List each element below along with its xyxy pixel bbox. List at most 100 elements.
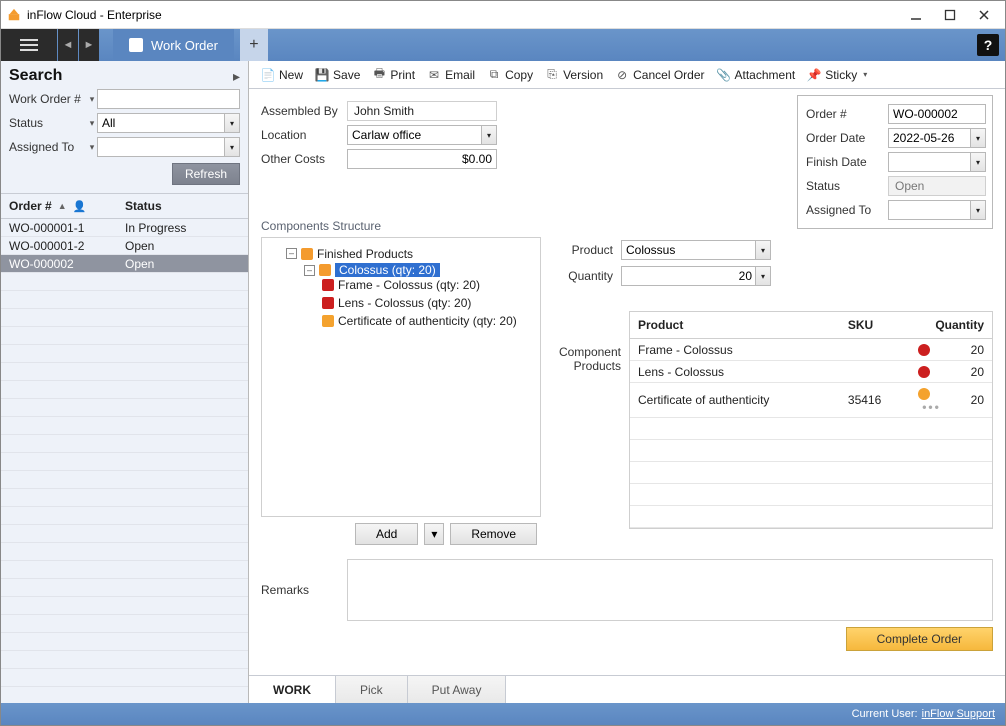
- components-title: Components Structure: [261, 219, 993, 233]
- window-title: inFlow Cloud - Enterprise: [27, 8, 162, 22]
- results-row[interactable]: WO-000001-1In Progress: [1, 219, 248, 237]
- other-costs-label: Other Costs: [261, 152, 347, 166]
- status-bar: Current User: inFlow Support: [1, 703, 1005, 725]
- col-qty[interactable]: Quantity: [910, 312, 992, 339]
- combo-button[interactable]: ▾: [970, 152, 986, 172]
- tree-item-label[interactable]: Frame - Colossus (qty: 20): [338, 278, 480, 292]
- print-button[interactable]: 🖶Print: [368, 66, 419, 84]
- more-icon[interactable]: •••: [922, 400, 941, 414]
- email-button[interactable]: ✉Email: [423, 66, 479, 84]
- hamburger-icon: [20, 36, 38, 54]
- save-icon: 💾: [315, 68, 329, 82]
- version-icon: ⎘: [545, 68, 559, 82]
- results-grid[interactable]: WO-000001-1In ProgressWO-000001-2OpenWO-…: [1, 219, 248, 703]
- person-icon[interactable]: 👤: [73, 200, 87, 213]
- help-button[interactable]: ?: [977, 34, 999, 56]
- status-label: Status: [806, 179, 888, 193]
- other-costs-input[interactable]: [347, 149, 497, 169]
- combo-button[interactable]: ▾: [755, 266, 771, 286]
- tab-work-order[interactable]: Work Order: [113, 29, 234, 61]
- col-order-label[interactable]: Order #: [9, 199, 52, 213]
- filter-assigned-label: Assigned To: [9, 140, 87, 154]
- quantity-label: Quantity: [551, 269, 621, 283]
- minimize-button[interactable]: [899, 3, 933, 27]
- table-row[interactable]: Frame - Colossus20: [630, 339, 992, 361]
- tree-selected-label[interactable]: Colossus (qty: 20): [335, 263, 440, 277]
- assembled-by-value[interactable]: John Smith: [347, 101, 497, 121]
- bottom-tabs: WORK Pick Put Away: [249, 675, 1005, 703]
- col-product[interactable]: Product: [630, 312, 840, 339]
- toolbar: 📄New 💾Save 🖶Print ✉Email ⧉Copy ⎘Version …: [249, 61, 1005, 89]
- folder-icon: [301, 248, 313, 260]
- refresh-button[interactable]: Refresh: [172, 163, 240, 185]
- nav-forward-button[interactable]: ►: [79, 29, 99, 61]
- email-icon: ✉: [427, 68, 441, 82]
- copy-icon: ⧉: [487, 68, 501, 82]
- menu-button[interactable]: [1, 29, 57, 61]
- nav-back-button[interactable]: ◄: [58, 29, 78, 61]
- assembled-by-label: Assembled By: [261, 104, 347, 118]
- assigned-to-label: Assigned To: [806, 203, 888, 217]
- product-input[interactable]: [621, 240, 771, 260]
- combo-button[interactable]: ▾: [970, 200, 986, 220]
- results-header: Order # ▲ 👤 Status: [1, 193, 248, 219]
- filter-assigned-input[interactable]: [97, 137, 240, 157]
- add-button[interactable]: Add: [355, 523, 418, 545]
- filter-status-input[interactable]: [97, 113, 240, 133]
- combo-button[interactable]: ▾: [481, 125, 497, 145]
- complete-order-button[interactable]: Complete Order: [846, 627, 993, 651]
- collapse-search-icon[interactable]: ▸: [233, 68, 240, 85]
- sticky-button[interactable]: 📌Sticky▾: [803, 66, 871, 84]
- results-row[interactable]: WO-000001-2Open: [1, 237, 248, 255]
- table-row[interactable]: Lens - Colossus20: [630, 361, 992, 383]
- close-button[interactable]: [967, 3, 1001, 27]
- col-status-label[interactable]: Status: [125, 199, 162, 213]
- new-button[interactable]: 📄New: [257, 66, 307, 84]
- tab-putaway[interactable]: Put Away: [408, 676, 507, 703]
- chevron-down-icon[interactable]: ▾: [87, 94, 97, 105]
- tree-item-label[interactable]: Certificate of authenticity (qty: 20): [338, 314, 517, 328]
- remove-button[interactable]: Remove: [450, 523, 537, 545]
- cancel-order-button[interactable]: ⊘Cancel Order: [611, 66, 708, 84]
- tree-root-label: Finished Products: [317, 247, 413, 261]
- nav-bar: ◄ ► Work Order + ?: [1, 29, 1005, 61]
- version-button[interactable]: ⎘Version: [541, 66, 607, 84]
- finish-date-label: Finish Date: [806, 155, 888, 169]
- quantity-input[interactable]: [621, 266, 771, 286]
- tab-work[interactable]: WORK: [249, 676, 336, 703]
- tree-collapse-icon[interactable]: –: [286, 248, 297, 259]
- col-sku[interactable]: SKU: [840, 312, 910, 339]
- location-input[interactable]: [347, 125, 497, 145]
- print-icon: 🖶: [372, 68, 386, 82]
- sort-asc-icon[interactable]: ▲: [58, 201, 67, 211]
- chevron-down-icon[interactable]: ▾: [87, 142, 97, 153]
- order-no-input[interactable]: [888, 104, 986, 124]
- component-products-table: Product SKU Quantity Frame - Colossus20L…: [629, 311, 993, 529]
- combo-button[interactable]: ▾: [970, 128, 986, 148]
- add-split-button[interactable]: ▾: [424, 523, 444, 545]
- order-date-label: Order Date: [806, 131, 888, 145]
- tree-collapse-icon[interactable]: –: [304, 265, 315, 276]
- tree-item-label[interactable]: Lens - Colossus (qty: 20): [338, 296, 471, 310]
- save-button[interactable]: 💾Save: [311, 66, 364, 84]
- add-tab-button[interactable]: +: [240, 29, 268, 61]
- current-user-label: Current User:: [852, 708, 918, 720]
- results-row[interactable]: WO-000002Open: [1, 255, 248, 273]
- chevron-down-icon[interactable]: ▾: [87, 118, 97, 129]
- attachment-button[interactable]: 📎Attachment: [713, 66, 800, 84]
- remarks-input[interactable]: [347, 559, 993, 621]
- combo-button[interactable]: ▾: [224, 113, 240, 133]
- current-user-link[interactable]: inFlow Support: [922, 708, 995, 720]
- maximize-button[interactable]: [933, 3, 967, 27]
- copy-button[interactable]: ⧉Copy: [483, 66, 537, 84]
- table-row[interactable]: Certificate of authenticity35416•••20: [630, 383, 992, 418]
- product-label: Product: [551, 243, 621, 257]
- filter-workorder-input[interactable]: [97, 89, 240, 109]
- tab-label: Work Order: [151, 38, 218, 53]
- order-no-label: Order #: [806, 107, 888, 121]
- tab-pick[interactable]: Pick: [336, 676, 408, 703]
- combo-button[interactable]: ▾: [755, 240, 771, 260]
- attachment-icon: 📎: [717, 68, 731, 82]
- combo-button[interactable]: ▾: [224, 137, 240, 157]
- components-tree[interactable]: – Finished Products –: [261, 237, 541, 517]
